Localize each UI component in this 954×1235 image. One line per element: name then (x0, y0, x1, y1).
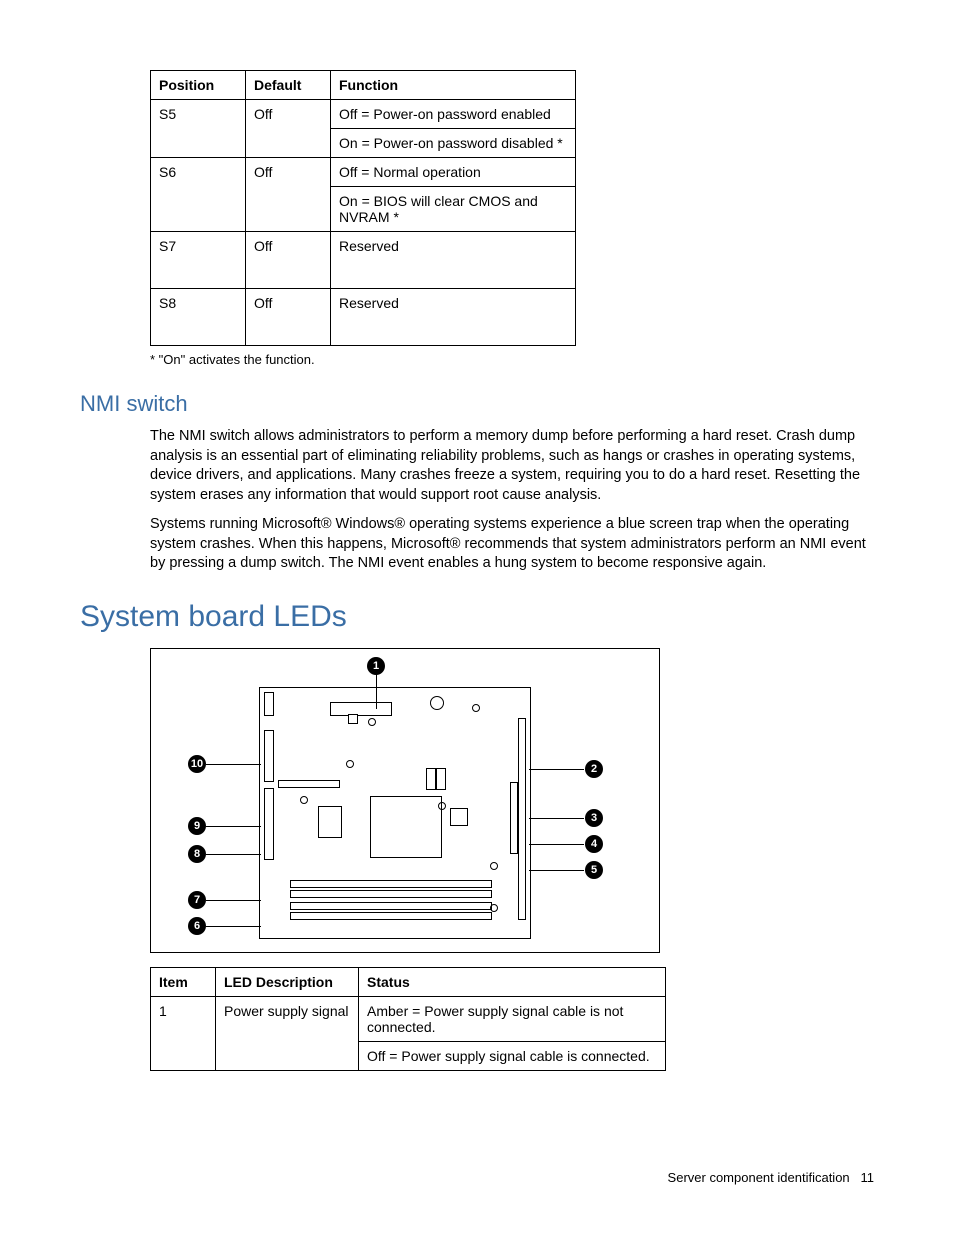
document-page: Position Default Function S5 Off Off = P… (0, 0, 954, 1235)
table-row: S7 Off Reserved (151, 232, 576, 289)
page-footer: Server component identification 11 (668, 1170, 874, 1185)
board-outline (259, 687, 531, 939)
heading-nmi-switch: NMI switch (80, 391, 874, 417)
footer-section: Server component identification (668, 1170, 850, 1185)
footer-page-number: 11 (861, 1170, 875, 1185)
position-default-function-table: Position Default Function S5 Off Off = P… (150, 70, 576, 346)
callout-1: 1 (367, 657, 385, 675)
col-status: Status (359, 967, 666, 996)
led-description-table: Item LED Description Status 1 Power supp… (150, 967, 666, 1071)
col-item: Item (151, 967, 216, 996)
callout-10: 10 (188, 755, 206, 773)
table-row: S5 Off Off = Power-on password enabled (151, 100, 576, 129)
callout-4: 4 (585, 835, 603, 853)
nmi-paragraph-1: The NMI switch allows administrators to … (150, 427, 874, 505)
table-footnote: * "On" activates the function. (150, 352, 874, 367)
col-function: Function (331, 71, 576, 100)
callout-6: 6 (188, 917, 206, 935)
table-row: 1 Power supply signal Amber = Power supp… (151, 996, 666, 1041)
system-board-diagram: 1 2 3 4 5 6 7 8 9 10 (150, 648, 660, 953)
callout-2: 2 (585, 760, 603, 778)
callout-8: 8 (188, 845, 206, 863)
nmi-paragraph-2: Systems running Microsoft® Windows® oper… (150, 515, 874, 574)
callout-9: 9 (188, 817, 206, 835)
col-led-description: LED Description (216, 967, 359, 996)
callout-3: 3 (585, 809, 603, 827)
col-position: Position (151, 71, 246, 100)
table-row: S8 Off Reserved (151, 289, 576, 346)
heading-system-board-leds: System board LEDs (80, 600, 874, 634)
callout-5: 5 (585, 861, 603, 879)
col-default: Default (246, 71, 331, 100)
table-row: S6 Off Off = Normal operation (151, 158, 576, 187)
callout-7: 7 (188, 891, 206, 909)
